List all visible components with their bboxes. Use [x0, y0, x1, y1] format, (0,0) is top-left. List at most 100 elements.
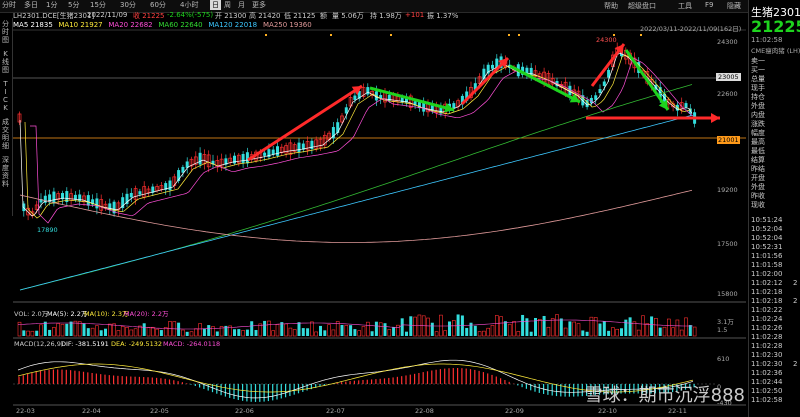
- volume-bar: [645, 323, 650, 337]
- trend-down-arrow-2: [509, 64, 581, 104]
- candle-body: [366, 87, 370, 95]
- ma5-line: [19, 52, 693, 217]
- volume-bar: [26, 330, 30, 337]
- tick-volume: 2: [793, 297, 798, 305]
- candle-body: [129, 192, 133, 198]
- volume-bar: [301, 328, 305, 336]
- candle-body: [233, 155, 236, 164]
- tick-time: 11:02:44: [751, 378, 783, 386]
- tick-volume: 2: [793, 279, 798, 287]
- volume-bar: [387, 329, 392, 337]
- volume-bar: [108, 323, 112, 337]
- candle-body: [310, 140, 314, 150]
- volume-bar: [559, 318, 563, 336]
- y-tick-label: 22600: [717, 90, 738, 98]
- volume-bar: [439, 314, 443, 337]
- volume-bar: [361, 326, 366, 337]
- volume-bar: [507, 323, 512, 337]
- side-time: 11:02:58: [751, 36, 783, 44]
- volume-bar: [679, 329, 684, 337]
- volume-bar: [77, 321, 82, 337]
- volume-bar: [288, 327, 293, 337]
- volume-bar: [112, 323, 116, 337]
- volume-bar: [434, 331, 439, 337]
- tick-time: 11:02:58: [751, 396, 783, 404]
- ref-price-label: 23005: [716, 73, 741, 81]
- x-tick-label: 22-11: [668, 407, 687, 415]
- tick-time: 10:52:31: [751, 243, 783, 251]
- volume-bar: [650, 316, 654, 336]
- volume-bar: [211, 326, 215, 337]
- tick-time: 11:02:18: [751, 288, 783, 296]
- volume-bar: [35, 330, 39, 336]
- y-tick-label: 21001: [717, 136, 740, 144]
- volume-bar: [516, 331, 521, 337]
- forecast-arrow-head: [711, 113, 720, 123]
- volume-bar: [241, 330, 245, 337]
- candle-body: [86, 195, 90, 206]
- volume-bar: [129, 329, 134, 337]
- quote-side-panel: 生猪2301 21225 11:02:58 CME瘦肉猪 (LH) 卖一买一总量…: [748, 0, 800, 417]
- volume-bar: [688, 325, 692, 336]
- volume-bar: [39, 324, 43, 337]
- volume-bar: [151, 326, 155, 337]
- tick-time: 11:02:36: [751, 369, 783, 377]
- vol-ma10: MA(10): 2.3万: [84, 310, 129, 318]
- candle-body: [245, 152, 249, 164]
- tick-time: 10:51:24: [751, 216, 783, 224]
- volume-bar: [155, 328, 159, 337]
- event-marker: [508, 34, 510, 36]
- candle-body: [598, 89, 602, 94]
- volume-bar: [263, 320, 267, 336]
- volume-bar: [607, 330, 611, 336]
- volume-bar: [365, 321, 370, 337]
- volume-bar: [654, 317, 658, 337]
- event-marker: [518, 34, 520, 36]
- low-marker-label: 17890: [37, 226, 58, 234]
- volume-bar: [503, 321, 507, 336]
- volume-bar: [357, 330, 362, 337]
- volume-bar: [90, 327, 95, 337]
- volume-bar: [95, 325, 99, 337]
- volume-bar: [662, 326, 667, 337]
- volume-bar: [632, 321, 637, 337]
- ma250-line: [19, 189, 693, 243]
- volume-bar: [331, 329, 336, 337]
- volume-bar: [177, 322, 181, 336]
- volume-bar: [529, 331, 533, 336]
- y-tick-label: 15800: [717, 290, 738, 298]
- vol-ma-line: [17, 319, 693, 330]
- volume-bar: [138, 325, 142, 337]
- tick-time: 11:02:24: [751, 315, 783, 323]
- watermark: 雪球：期市沉浮888: [584, 385, 745, 406]
- candle-body: [684, 103, 688, 108]
- x-tick-label: 22-08: [415, 407, 434, 415]
- candle-body: [602, 81, 606, 86]
- volume-bar: [125, 327, 129, 337]
- candle-body: [336, 122, 340, 133]
- volume-bar: [306, 328, 310, 336]
- volume-bar: [99, 330, 103, 336]
- x-tick-label: 22-06: [235, 407, 254, 415]
- candle-body: [297, 142, 301, 153]
- candlestick-chart: [13, 29, 746, 406]
- volume-bar: [598, 323, 602, 336]
- tick-time: 11:02:18: [751, 297, 783, 305]
- x-tick-label: 22-05: [150, 407, 169, 415]
- candle-body: [138, 191, 142, 195]
- trend-down-arrow-3: [624, 49, 670, 111]
- volume-bar: [207, 325, 211, 336]
- volume-bar: [512, 321, 516, 337]
- side-exchange: CME瘦肉猪 (LH): [751, 47, 800, 55]
- volume-bar: [641, 315, 645, 337]
- side-price: 21225: [751, 17, 800, 36]
- candle-body: [181, 166, 185, 173]
- macd-dif: DIF: -381.5191: [61, 340, 109, 348]
- tick-time: 11:02:28: [751, 342, 783, 350]
- volume-bar: [267, 320, 271, 337]
- volume-bar: [602, 321, 606, 336]
- volume-bar: [521, 314, 525, 336]
- volume-bar: [48, 329, 52, 336]
- volume-bar: [349, 325, 353, 336]
- volume-bar: [52, 327, 56, 337]
